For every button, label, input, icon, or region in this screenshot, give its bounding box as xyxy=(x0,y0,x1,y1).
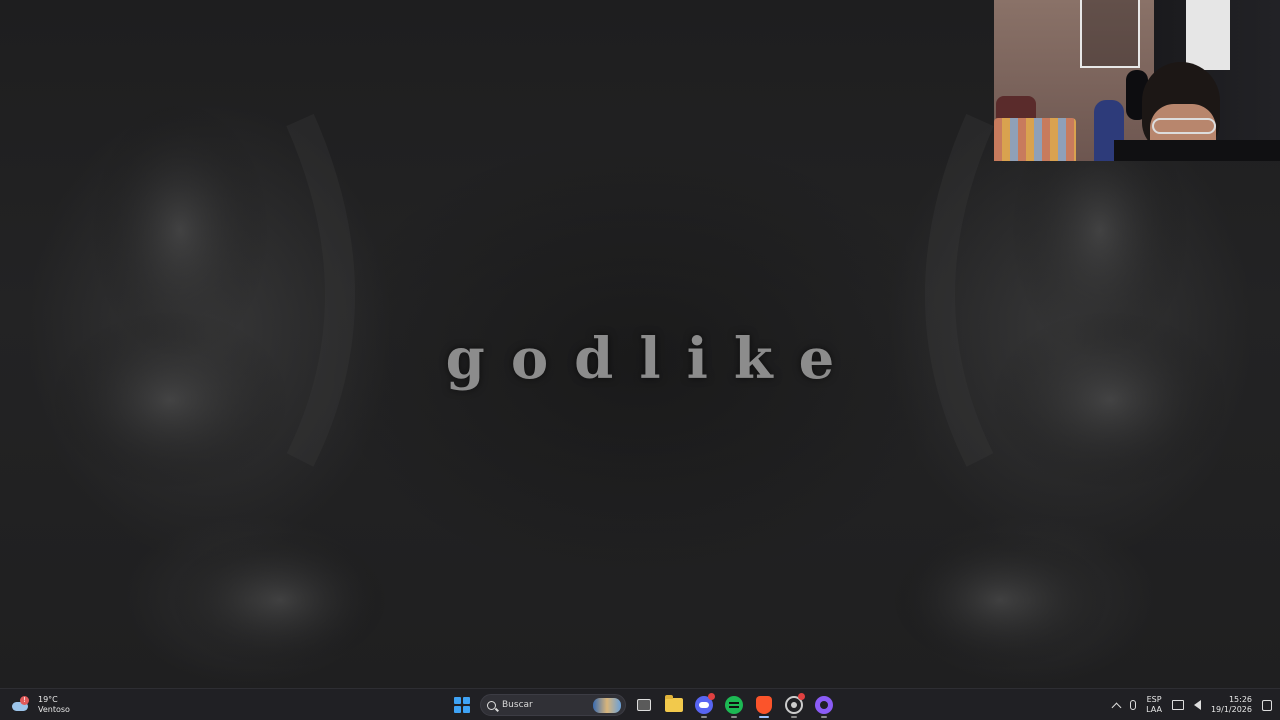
running-indicator xyxy=(731,716,737,718)
notification-dot-icon xyxy=(708,693,715,700)
search-input[interactable] xyxy=(502,700,582,710)
running-indicator xyxy=(791,716,797,718)
windows-start-icon xyxy=(454,697,470,713)
brave-browser-button[interactable] xyxy=(752,692,776,718)
app-circle-button[interactable] xyxy=(812,692,836,718)
language-code: ESP xyxy=(1146,695,1162,704)
chevron-up-icon[interactable] xyxy=(1111,702,1122,712)
file-explorer-icon xyxy=(665,695,683,712)
webcam-door xyxy=(1186,0,1230,70)
taskbar-search[interactable] xyxy=(480,694,626,716)
webcam-person-glasses xyxy=(1152,118,1216,134)
spotify-icon xyxy=(725,696,743,714)
taskbar-center xyxy=(450,692,836,718)
discord-button[interactable] xyxy=(692,692,716,718)
cloud-icon: ! xyxy=(10,696,32,714)
webcam-person-shirt xyxy=(1114,140,1280,161)
clock[interactable]: 15:26 19/1/2026 xyxy=(1211,695,1252,715)
clock-date: 19/1/2026 xyxy=(1210,705,1252,714)
system-tray: ESP LAA 15:26 19/1/2026 xyxy=(1111,692,1272,718)
app-circle-icon xyxy=(815,696,833,714)
weather-alert-badge: ! xyxy=(20,696,29,705)
notifications-icon[interactable] xyxy=(1262,699,1272,711)
language-indicator[interactable]: ESP LAA xyxy=(1146,695,1162,715)
brave-browser-icon xyxy=(756,696,772,714)
active-indicator xyxy=(759,716,769,718)
chrome-button[interactable] xyxy=(782,692,806,718)
search-icon xyxy=(487,700,496,710)
weather-widget[interactable]: ! 19°C Ventoso xyxy=(10,692,70,718)
weather-condition: Ventoso xyxy=(38,705,70,714)
start-button[interactable] xyxy=(450,692,474,718)
task-view-icon xyxy=(637,699,651,711)
clock-time: 15:26 xyxy=(1228,695,1252,704)
wallpaper-title: godlike xyxy=(445,326,861,392)
webcam-bed xyxy=(994,118,1076,161)
running-indicator xyxy=(821,716,827,718)
volume-icon[interactable] xyxy=(1193,700,1201,710)
network-icon[interactable] xyxy=(1171,700,1184,710)
task-view-button[interactable] xyxy=(632,692,656,718)
running-indicator xyxy=(701,716,707,718)
taskbar: ! 19°C Ventoso Buscar ESP LAA 15:26 19/1… xyxy=(0,688,1280,720)
notification-dot-icon xyxy=(798,693,805,700)
weather-temperature: 19°C xyxy=(38,695,58,704)
webcam-shelf xyxy=(1080,0,1140,68)
spotify-button[interactable] xyxy=(722,692,746,718)
keyboard-layout: LAA xyxy=(1146,705,1162,714)
microphone-icon[interactable] xyxy=(1130,700,1137,710)
weather-text: 19°C Ventoso xyxy=(38,695,70,715)
search-highlight-icon[interactable] xyxy=(593,698,621,713)
webcam-overlay xyxy=(994,0,1280,161)
file-explorer-button[interactable] xyxy=(662,692,686,718)
